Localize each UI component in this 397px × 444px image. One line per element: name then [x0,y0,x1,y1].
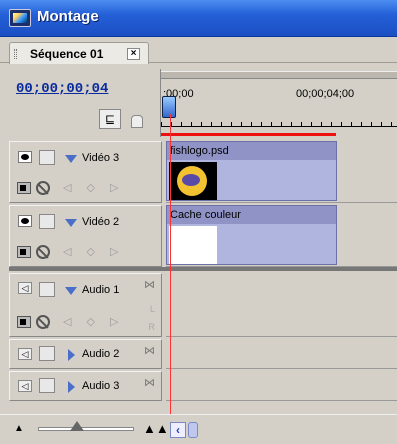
speaker-icon[interactable]: ◁ [18,348,32,360]
track-lane-audio2[interactable] [166,339,397,369]
window-title: Montage [37,8,99,25]
grip-icon[interactable] [14,49,17,59]
waveform-display-icon[interactable] [17,316,31,328]
zoom-in-icon[interactable]: ▲▲ [143,421,169,436]
ruler-baseline [161,126,397,127]
set-marker-button[interactable] [130,111,143,128]
mixer-icon[interactable]: ⋈ [144,344,155,357]
eye-icon[interactable] [18,215,32,227]
expand-triangle-icon[interactable] [68,349,75,361]
show-keyframes-icon[interactable] [36,315,50,329]
close-icon[interactable]: × [127,48,140,60]
timecode-display[interactable]: 00;00;00;04 [16,81,108,97]
clip-thumbnail [169,162,217,200]
tab-sequence-01[interactable]: Séquence 01 × [9,42,149,64]
clip-thumbnail [169,226,217,264]
work-area-bar[interactable] [161,133,336,136]
display-style-icon[interactable] [17,246,31,258]
expand-triangle-icon[interactable] [65,219,77,227]
viewing-area-bar[interactable] [161,71,397,79]
track-name: Vidéo 2 [82,216,120,228]
track-name: Audio 2 [82,348,120,360]
eye-icon[interactable] [18,151,32,163]
display-style-icon[interactable] [17,182,31,194]
speaker-icon[interactable]: ◁ [18,282,32,294]
show-keyframes-icon[interactable] [36,245,50,259]
title-bar[interactable]: Montage [0,0,397,37]
track-lane-audio3[interactable] [166,371,397,401]
left-channel-label: L [149,304,155,314]
bottom-bar: ▲ ▲▲ ‹ [0,414,397,444]
lock-toggle[interactable] [39,214,55,229]
clip-cache-couleur[interactable]: Cache couleur [166,205,337,265]
zoom-slider-thumb[interactable] [70,421,84,431]
track-lane-video2[interactable]: Cache couleur [166,205,397,267]
track-controls-row: ◁ ◇ ▷ [17,314,157,330]
lock-toggle[interactable] [39,378,55,393]
track-name: Audio 3 [82,380,120,392]
expand-triangle-icon[interactable] [68,381,75,393]
keyframe-nav-icons[interactable]: ◁ ◇ ▷ [63,315,125,328]
lock-toggle[interactable] [39,150,55,165]
zoom-slider-track[interactable] [38,427,134,431]
clip-title: Cache couleur [167,206,336,224]
track-header-audio3: ◁ Audio 3 ⋈ [9,371,162,401]
clip-fishlogo[interactable]: fishlogo.psd [166,141,337,201]
mixer-icon[interactable]: ⋈ [144,376,155,389]
expand-triangle-icon[interactable] [65,155,77,163]
scroll-left-arrow-icon[interactable]: ‹ [170,422,186,438]
track-name: Audio 1 [82,284,120,296]
zoom-out-icon[interactable]: ▲ [14,423,24,434]
track-header-video3: Vidéo 3 ◁ ◇ ▷ [9,141,162,203]
show-keyframes-icon[interactable] [36,181,50,195]
playhead-handle[interactable] [162,96,176,118]
tab-label: Séquence 01 [30,47,104,61]
mixer-icon[interactable]: ⋈ [144,278,155,291]
track-lane-video3[interactable]: fishlogo.psd [166,141,397,203]
app-icon [9,9,31,27]
tab-row: Séquence 01 × [0,37,397,64]
track-header-audio1: ◁ Audio 1 ⋈ L R ◁ ◇ ▷ [9,273,162,337]
montage-window: Montage Séquence 01 × 00;00;00;04 ⊑ :00;… [0,0,397,444]
time-ruler[interactable]: :00;00 00;00;04;00 [160,69,397,137]
track-controls-row: ◁ ◇ ▷ [17,244,157,260]
keyframe-nav-icons[interactable]: ◁ ◇ ▷ [63,245,125,258]
horizontal-scrollbar-thumb[interactable] [188,422,198,438]
track-lane-audio1[interactable] [166,273,397,337]
keyframe-nav-icons[interactable]: ◁ ◇ ▷ [63,181,125,194]
track-header-video2: Vidéo 2 ◁ ◇ ▷ [9,205,162,267]
track-controls-row: ◁ ◇ ▷ [17,180,157,196]
snap-button[interactable]: ⊑ [99,109,121,129]
lock-toggle[interactable] [39,282,55,297]
expand-triangle-icon[interactable] [65,287,77,295]
track-header-audio2: ◁ Audio 2 ⋈ [9,339,162,369]
ruler-end-label: 00;00;04;00 [296,88,355,100]
clip-title: fishlogo.psd [167,142,336,160]
track-name: Vidéo 3 [82,152,120,164]
speaker-icon[interactable]: ◁ [18,380,32,392]
playhead-line [170,114,171,424]
video-audio-divider[interactable] [9,267,397,271]
lock-toggle[interactable] [39,346,55,361]
